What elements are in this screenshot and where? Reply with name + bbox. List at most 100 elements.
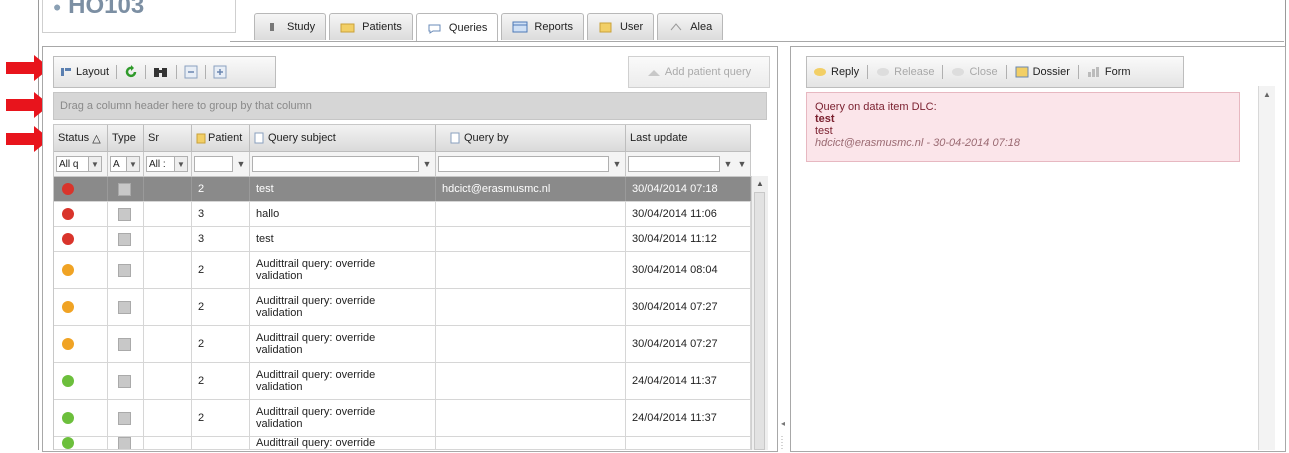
scrollbar-thumb[interactable] <box>754 192 765 450</box>
table-row[interactable]: 2 Audittrail query: override validation 24… <box>54 363 751 400</box>
sr-cell <box>144 252 192 288</box>
form-button[interactable]: Form <box>1081 66 1137 78</box>
last-update-cell: 30/04/2014 11:06 <box>626 202 751 226</box>
query-actions-toolbar: Reply Release Close Dossier Form <box>806 56 1184 88</box>
tab-user[interactable]: User <box>586 13 655 40</box>
tab-alea[interactable]: Alea <box>657 13 724 40</box>
tab-patients[interactable]: Patients <box>329 13 413 40</box>
form-label: Form <box>1104 66 1131 78</box>
form-icon <box>1087 67 1099 77</box>
table-row[interactable]: 3 test 30/04/2014 11:12 <box>54 227 751 252</box>
filter-icon[interactable]: ▼ <box>611 159 623 169</box>
last-update-cell-text: 30/04/2014 11:12 <box>632 233 717 245</box>
status-cell <box>54 400 108 436</box>
column-header-query-subject[interactable]: Query subject <box>250 125 436 151</box>
grid-header: Status △ Type Sr Patient Query subject Q… <box>54 124 751 152</box>
table-row[interactable]: 2 Audittrail query: override validation 30… <box>54 326 751 363</box>
sr-cell <box>144 289 192 325</box>
close-query-icon <box>952 68 965 76</box>
last-update-cell-text: 30/04/2014 07:18 <box>632 183 718 195</box>
column-header-sr[interactable]: Sr <box>144 125 192 151</box>
patient-column-icon <box>196 133 206 144</box>
type-cell <box>108 437 144 449</box>
query-by-cell: hdcict@erasmusmc.nl <box>436 177 626 201</box>
dossier-button[interactable]: Dossier <box>1009 66 1076 78</box>
table-row[interactable]: 2 Audittrail query: override validation 30… <box>54 289 751 326</box>
subject-cell: Audittrail query: override <box>250 437 436 449</box>
query-type-icon <box>118 374 131 388</box>
column-header-last-update[interactable]: Last update <box>626 125 751 151</box>
patient-cell: 2 <box>192 326 250 362</box>
filter-icon[interactable]: ▼ <box>421 159 433 169</box>
status-red-icon <box>62 183 74 195</box>
column-header-type[interactable]: Type <box>108 125 144 151</box>
refresh-button[interactable] <box>119 61 143 83</box>
scroll-up-icon[interactable]: ▲ <box>756 179 764 188</box>
binoculars-icon <box>154 68 168 77</box>
table-row[interactable]: 2 test hdcict@erasmusmc.nl 30/04/2014 07:18 <box>54 177 751 202</box>
subject-cell: Audittrail query: override validation <box>250 400 436 436</box>
query-type-icon <box>118 411 131 425</box>
filter-icon[interactable]: ▼ <box>235 159 247 169</box>
subject-cell-text: Audittrail query: override validation <box>256 369 376 393</box>
toolbar-separator <box>205 65 207 79</box>
last-update-cell-text: 30/04/2014 07:27 <box>632 338 718 350</box>
grid-scrollbar[interactable]: ▲ <box>751 176 768 450</box>
toolbar-separator <box>867 65 869 79</box>
query-by-cell-text: hdcict@erasmusmc.nl <box>442 183 551 195</box>
filter-icon[interactable]: ▼ <box>736 159 748 169</box>
release-button[interactable]: Release <box>870 66 940 78</box>
chevron-down-icon: ▼ <box>126 157 139 171</box>
patient-cell <box>192 437 250 449</box>
detail-scrollbar[interactable]: ▲ <box>1258 86 1275 450</box>
status-orange-icon <box>62 264 74 276</box>
group-by-bar[interactable]: Drag a column header here to group by th… <box>53 92 767 120</box>
collapse-button[interactable] <box>179 61 203 83</box>
toolbar-separator <box>1077 65 1079 79</box>
sr-filter-select[interactable]: All : ▼ <box>146 156 188 172</box>
query-by-cell <box>436 227 626 251</box>
last-update-cell-text: 24/04/2014 11:37 <box>632 412 717 424</box>
subject-cell: test <box>250 177 436 201</box>
patient-cell-text: 3 <box>198 233 205 245</box>
patient-cell-text: 2 <box>198 301 205 313</box>
type-filter-select[interactable]: A ▼ <box>110 156 140 172</box>
table-row[interactable]: 2 Audittrail query: override validation 24… <box>54 400 751 437</box>
patient-cell: 2 <box>192 289 250 325</box>
panel-splitter[interactable]: ◂ <box>778 46 788 450</box>
scroll-up-icon[interactable]: ▲ <box>1263 90 1271 99</box>
release-label: Release <box>894 66 935 78</box>
type-cell <box>108 227 144 251</box>
table-row[interactable]: Audittrail query: override <box>54 437 751 450</box>
column-header-patient[interactable]: Patient <box>192 125 250 151</box>
query-by-filter-input[interactable] <box>438 156 609 172</box>
chevron-down-icon: ▼ <box>174 157 187 171</box>
table-row[interactable]: 3 hallo 30/04/2014 11:06 <box>54 202 751 227</box>
sort-asc-icon: △ <box>92 132 101 145</box>
tab-study[interactable]: Study <box>254 13 327 40</box>
column-header-status[interactable]: Status △ <box>54 125 108 151</box>
layout-button[interactable]: Layout <box>54 61 114 83</box>
close-query-button[interactable]: Close <box>945 66 1003 78</box>
last-update-filter-input[interactable] <box>628 156 720 172</box>
subject-cell-text: hallo <box>256 208 280 220</box>
subject-cell: hallo <box>250 202 436 226</box>
status-cell <box>54 437 108 449</box>
reply-button[interactable]: Reply <box>807 66 865 78</box>
column-header-query-by[interactable]: Query by <box>436 125 626 151</box>
patient-filter-input[interactable] <box>194 156 233 172</box>
table-row[interactable]: 2 Audittrail query: override validation 30… <box>54 252 751 289</box>
date-picker-icon[interactable]: ▼ <box>722 159 734 169</box>
status-filter-select[interactable]: All q ▼ <box>56 156 102 172</box>
subject-filter-input[interactable] <box>252 156 419 172</box>
grid-body: 2 test hdcict@erasmusmc.nl 30/04/2014 07:18… <box>54 177 751 450</box>
last-update-cell: 30/04/2014 08:04 <box>626 252 751 288</box>
last-update-cell: 30/04/2014 07:27 <box>626 326 751 362</box>
tab-reports[interactable]: Reports <box>501 13 584 40</box>
tab-queries[interactable]: Queries <box>415 13 499 42</box>
query-by-column-icon <box>450 132 460 144</box>
main-tabs: Study Patients Queries Reports User Alea <box>254 13 726 42</box>
add-patient-query-button[interactable]: Add patient query <box>628 56 770 88</box>
expand-button[interactable] <box>208 61 232 83</box>
find-button[interactable] <box>148 61 174 83</box>
